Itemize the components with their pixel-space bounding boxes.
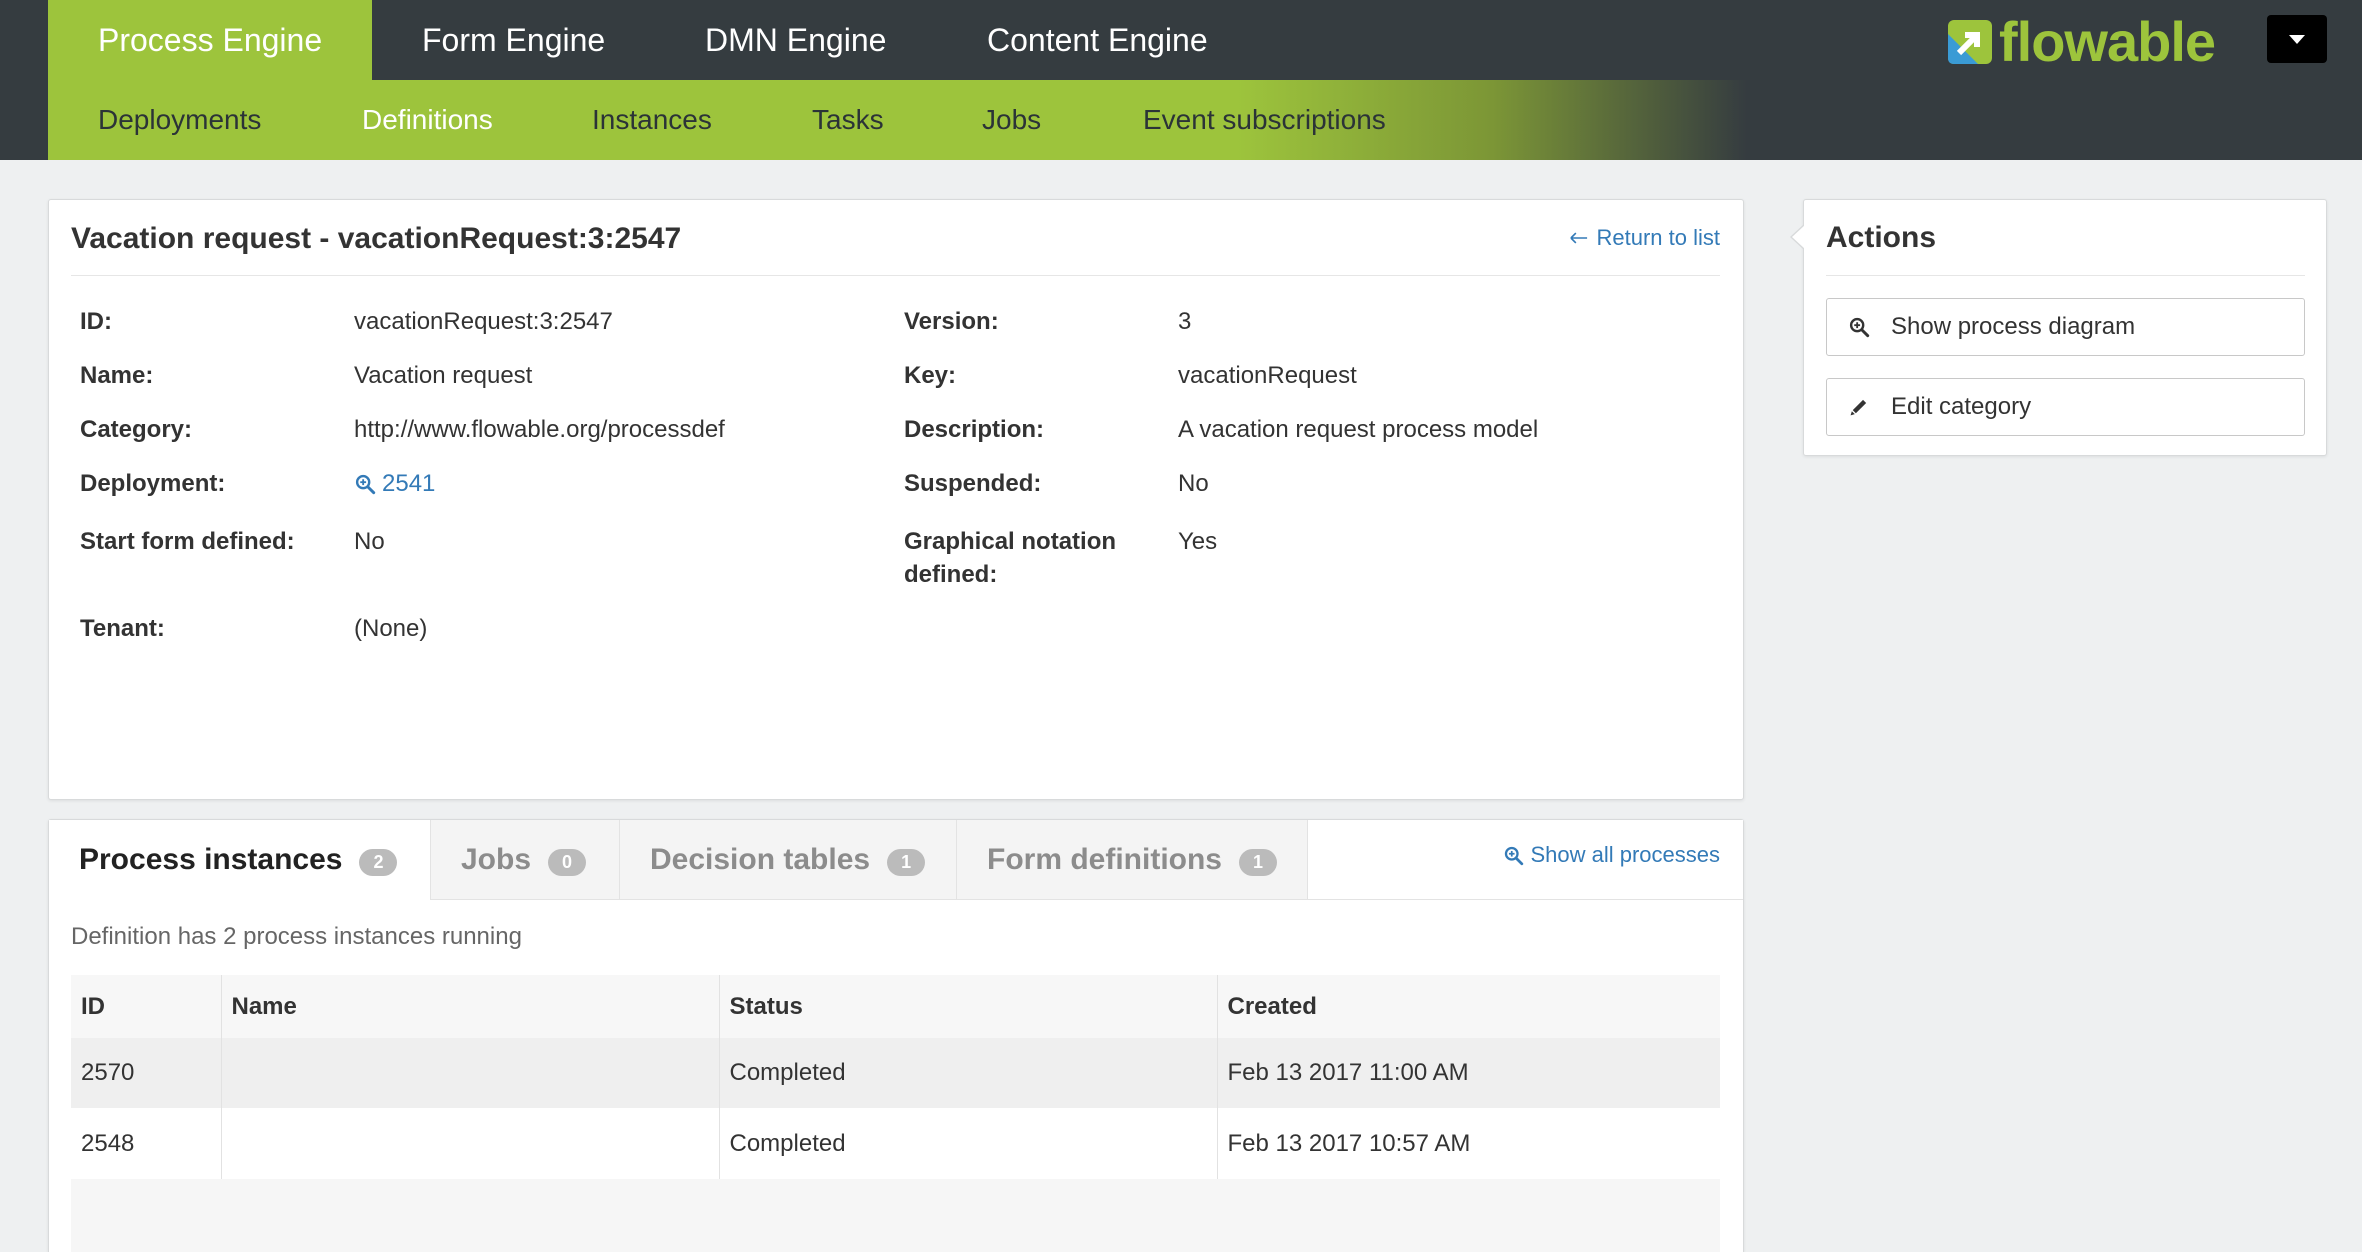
id-value: vacationRequest:3:2547 xyxy=(354,308,613,335)
count-badge: 1 xyxy=(887,848,926,876)
return-link-label: Return to list xyxy=(1596,225,1721,250)
top-navigation: Process Engine Form Engine DMN Engine Co… xyxy=(0,0,2362,160)
version-label: Version: xyxy=(904,308,999,335)
related-items-panel: Process instances 2 Jobs 0 Decision tabl… xyxy=(48,819,1744,1252)
name-label: Name: xyxy=(80,362,154,389)
count-badge: 0 xyxy=(548,848,587,876)
column-header-created[interactable]: Created xyxy=(1216,975,1720,1038)
tab-process-engine[interactable]: Process Engine xyxy=(48,0,373,80)
cell-id: 2548 xyxy=(71,1108,221,1179)
caret-down-icon xyxy=(2289,34,2305,44)
table-header: ID Name Status Created xyxy=(71,975,1720,1038)
description-value: A vacation request process model xyxy=(1178,416,1539,443)
graphical-notation-defined-label: Graphical notation defined: xyxy=(904,527,1117,588)
deployment-label: Deployment: xyxy=(80,470,226,497)
subnav-item-jobs[interactable]: Jobs xyxy=(982,80,1041,160)
process-engine-subnav: Deployments Definitions Instances Tasks … xyxy=(48,80,1747,160)
tab-form-engine[interactable]: Form Engine xyxy=(372,0,655,80)
actions-divider xyxy=(1826,275,2305,276)
version-value: 3 xyxy=(1178,308,1192,335)
column-header-status[interactable]: Status xyxy=(718,975,1217,1038)
tab-content-engine[interactable]: Content Engine xyxy=(937,0,1258,80)
tab-dmn-engine[interactable]: DMN Engine xyxy=(655,0,936,80)
page-title: Vacation request - vacationRequest:3:254… xyxy=(71,222,682,255)
table-body: 2570 Completed Feb 13 2017 11:00 AM 2548… xyxy=(71,1038,1720,1179)
table-header-row: ID Name Status Created xyxy=(71,975,1720,1038)
tab-process-instances[interactable]: Process instances 2 xyxy=(49,820,430,900)
name-value: Vacation request xyxy=(354,362,533,389)
tab-decision-tables[interactable]: Decision tables 1 xyxy=(619,820,956,900)
cell-id: 2570 xyxy=(71,1038,221,1108)
return-to-list-link[interactable]: Return to list xyxy=(1569,225,1721,251)
category-label: Category: xyxy=(80,416,193,443)
cell-name xyxy=(220,1038,719,1108)
search-icon xyxy=(1505,846,1524,865)
flowable-logo: flowable xyxy=(1948,10,2216,73)
edit-category-button[interactable]: Edit category xyxy=(1826,378,2305,436)
subnav-item-deployments[interactable]: Deployments xyxy=(98,80,261,160)
category-value: http://www.flowable.org/processdef xyxy=(354,416,725,443)
count-badge: 2 xyxy=(359,848,398,876)
instances-table: ID Name Status Created 2570 Completed Fe… xyxy=(71,975,1720,1179)
column-header-id[interactable]: ID xyxy=(71,975,221,1038)
subnav-item-instances[interactable]: Instances xyxy=(592,80,712,160)
related-tabs: Process instances 2 Jobs 0 Decision tabl… xyxy=(49,820,1743,900)
show-process-diagram-label: Show process diagram xyxy=(1891,313,2136,340)
cell-status: Completed xyxy=(718,1038,1217,1108)
show-process-diagram-button[interactable]: Show process diagram xyxy=(1826,298,2305,356)
search-icon xyxy=(355,474,376,494)
suspended-value: No xyxy=(1178,470,1209,497)
start-form-defined-label: Start form defined: xyxy=(80,527,295,555)
start-form-defined-value: No xyxy=(354,527,385,555)
tab-label: Jobs xyxy=(461,842,532,876)
column-header-name[interactable]: Name xyxy=(220,975,719,1038)
count-badge: 1 xyxy=(1239,848,1277,876)
subnav-item-definitions[interactable]: Definitions xyxy=(362,80,493,160)
show-all-processes-link[interactable]: Show all processes xyxy=(1503,842,1720,868)
actions-title: Actions xyxy=(1826,221,1937,254)
show-all-processes-label: Show all processes xyxy=(1530,842,1720,867)
cell-created: Feb 13 2017 11:00 AM xyxy=(1216,1038,1720,1108)
pencil-icon xyxy=(1850,399,1867,416)
actions-panel: Actions Show process diagram Edit catego… xyxy=(1790,199,2327,456)
tab-label: Decision tables xyxy=(650,842,871,876)
tab-jobs[interactable]: Jobs 0 xyxy=(430,820,619,900)
cell-created: Feb 13 2017 10:57 AM xyxy=(1216,1108,1720,1179)
instances-summary: Definition has 2 process instances runni… xyxy=(71,923,522,950)
cell-name xyxy=(220,1108,719,1179)
edit-category-label: Edit category xyxy=(1891,393,2032,420)
table-row[interactable]: 2548 Completed Feb 13 2017 10:57 AM xyxy=(71,1108,1720,1179)
logo-text: flowable xyxy=(1999,10,2216,73)
user-menu-button[interactable] xyxy=(2267,15,2327,63)
arrow-left-icon xyxy=(1569,232,1587,244)
deployment-link[interactable]: 2541 xyxy=(354,467,435,500)
graphical-notation-defined-value: Yes xyxy=(1178,527,1218,555)
key-label: Key: xyxy=(904,362,957,389)
tab-label: Form definitions xyxy=(987,842,1222,876)
tenant-value: (None) xyxy=(354,614,428,642)
tab-label: Process instances xyxy=(79,842,343,876)
search-icon xyxy=(1849,317,1870,338)
cell-status: Completed xyxy=(718,1108,1217,1179)
header-divider xyxy=(71,275,1720,276)
tab-form-definitions[interactable]: Form definitions 1 xyxy=(956,820,1307,900)
process-instances-table: ID Name Status Created 2570 Completed Fe… xyxy=(71,975,1720,1252)
suspended-label: Suspended: xyxy=(904,470,1042,497)
description-label: Description: xyxy=(904,416,1045,443)
flowable-logo-icon xyxy=(1948,20,1992,64)
deployment-id: 2541 xyxy=(382,470,436,497)
definition-details: ID: vacationRequest:3:2547 Version: 3 Na… xyxy=(80,305,1698,645)
definition-panel: Vacation request - vacationRequest:3:254… xyxy=(48,199,1744,800)
id-label: ID: xyxy=(80,308,112,335)
table-row[interactable]: 2570 Completed Feb 13 2017 11:00 AM xyxy=(71,1038,1720,1108)
subnav-item-tasks[interactable]: Tasks xyxy=(812,80,884,160)
tenant-label: Tenant: xyxy=(80,614,165,642)
key-value: vacationRequest xyxy=(1178,362,1357,389)
subnav-item-event-subscriptions[interactable]: Event subscriptions xyxy=(1143,80,1386,160)
deployment-value: 2541 xyxy=(354,467,904,504)
